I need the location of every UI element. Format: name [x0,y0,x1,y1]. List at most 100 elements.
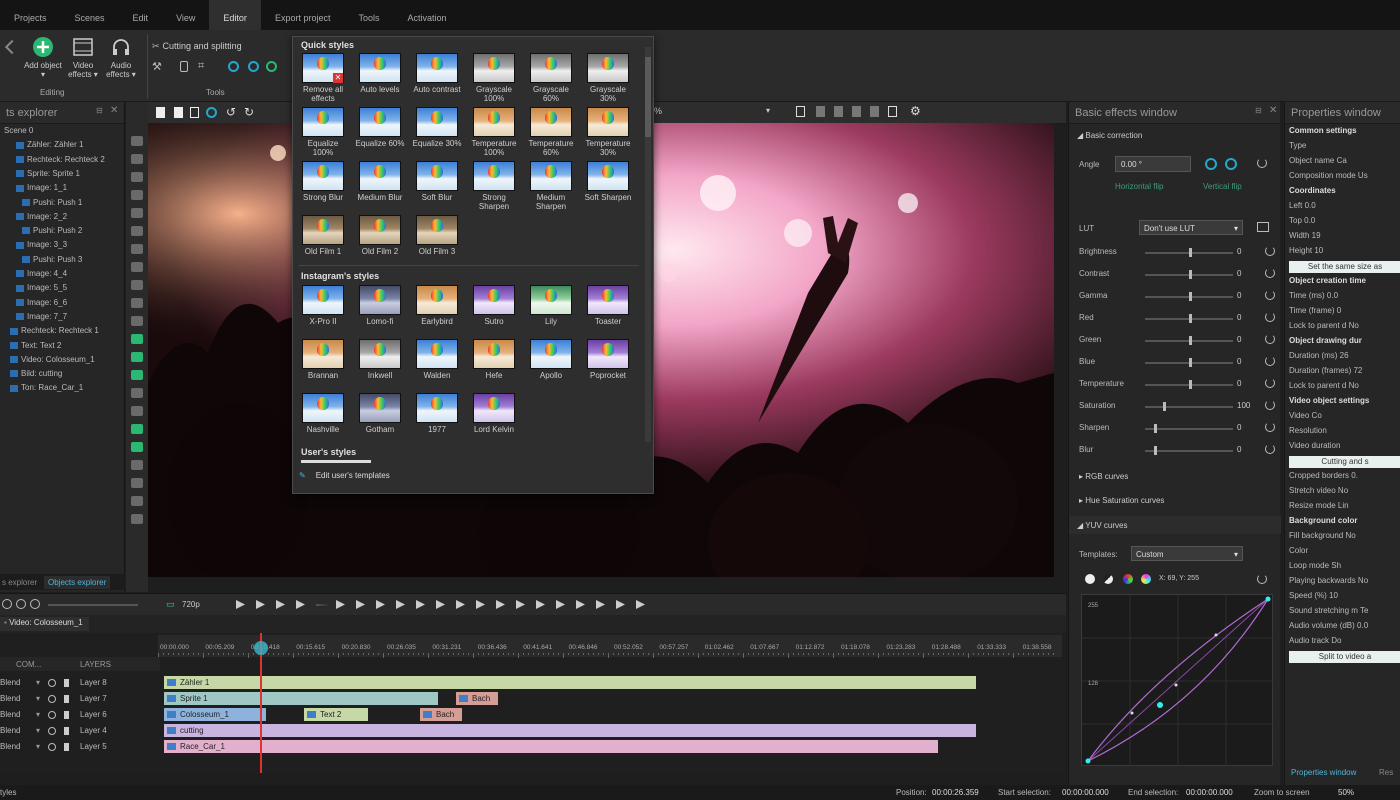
tool-icon[interactable] [131,262,143,272]
chevron-down-icon[interactable]: ▾ [36,742,40,751]
redo-icon[interactable]: ↻ [244,105,254,119]
tree-item[interactable]: Rechteck: Rechteck 1 [10,326,99,335]
timeline-clip[interactable]: Bach [420,708,462,721]
timeline-clip[interactable]: Sprite 1 [164,692,438,705]
style-thumbnail[interactable]: Strong Blur [297,161,349,202]
visibility-icon[interactable] [48,679,56,687]
style-thumbnail[interactable]: Temperature 100% [468,107,520,157]
check-icon[interactable] [616,600,625,609]
property-row[interactable]: Color [1289,546,1400,555]
luma-channel-icon[interactable] [1085,574,1095,584]
slider-knob[interactable] [1189,270,1192,279]
style-thumbnail[interactable]: Lomo-fi [354,285,406,326]
edit-templates-item[interactable]: ✎ Edit user's templates [299,471,390,480]
horizontal-flip-checkbox[interactable]: Horizontal flip [1115,182,1163,191]
reset-icon[interactable] [1265,378,1275,388]
visibility-icon[interactable] [48,743,56,751]
property-row[interactable]: Object name Ca [1289,156,1400,165]
tool-icon[interactable] [131,478,143,488]
tree-item[interactable]: Image: 4_4 [16,269,67,278]
reset-icon[interactable] [1265,334,1275,344]
close-icon[interactable]: ✕ [110,105,118,116]
chevron-down-icon[interactable]: ▾ [36,678,40,687]
style-thumbnail[interactable]: Sutro [468,285,520,326]
tool-icon[interactable] [131,334,143,344]
tab-objects-explorer[interactable]: Objects explorer [44,576,111,589]
menu-projects[interactable]: Projects [0,0,61,30]
timeline-clip[interactable]: Race_Car_1 [164,740,938,753]
slider-knob[interactable] [1153,424,1157,433]
layer-row[interactable]: Blend ▾ Layer 6 [0,708,160,723]
lut-folder-icon[interactable] [1257,222,1269,232]
tree-item[interactable]: Image: 2_2 [16,212,67,221]
chroma-channel-icon[interactable] [1123,574,1133,584]
style-thumbnail[interactable]: Old Film 2 [354,215,406,256]
video-effects-button[interactable]: Video effects ▾ [62,36,104,79]
templates-select[interactable]: Custom ▾ [1131,546,1243,561]
style-thumbnail[interactable]: Grayscale 100% [468,53,520,103]
style-thumbnail[interactable]: Equalize 60% [354,107,406,148]
slider-knob[interactable] [1189,358,1192,367]
zoom-in-icon[interactable] [16,599,26,609]
layer-row[interactable]: Blend ▾ Layer 4 [0,724,160,739]
prev-frame-icon[interactable] [376,600,385,609]
rotate-right-icon[interactable] [1225,158,1237,170]
property-row[interactable]: Time (frame) 0 [1289,306,1400,315]
blend-mode-select[interactable]: Blend [0,678,20,687]
marker-icon[interactable] [516,600,525,609]
lock-icon[interactable] [64,727,69,735]
menu-scenes[interactable]: Scenes [61,0,119,30]
tool-icon[interactable] [131,226,143,236]
property-row[interactable]: Speed (%) 10 [1289,591,1400,600]
safe-area-icon[interactable] [888,106,897,117]
property-row[interactable]: Audio track Do [1289,636,1400,645]
crop-icon[interactable]: ⌗ [198,60,204,73]
blend-mode-select[interactable]: Blend [0,710,20,719]
style-thumbnail[interactable]: Lord Kelvin [468,393,520,434]
slider-knob[interactable] [1162,402,1166,411]
style-thumbnail[interactable]: Temperature 30% [582,107,634,157]
lock-icon[interactable] [64,743,69,751]
property-row[interactable]: Lock to parent d No [1289,381,1400,390]
tree-item[interactable]: Text: Text 2 [10,341,61,350]
tool-icon[interactable] [131,298,143,308]
property-row[interactable]: Width 19 [1289,231,1400,240]
style-thumbnail[interactable]: Nashville [297,393,349,434]
blend-mode-select[interactable]: Blend [0,726,20,735]
reset-icon[interactable] [1265,444,1275,454]
chevron-down-icon[interactable]: ▾ [36,726,40,735]
reset-icon[interactable] [1257,574,1267,584]
tree-item[interactable]: Image: 3_3 [16,240,67,249]
close-icon[interactable]: ✕ [1269,105,1277,116]
play-icon[interactable] [416,600,425,609]
style-thumbnail[interactable]: Brannan [297,339,349,380]
reset-icon[interactable] [1265,268,1275,278]
preview-resolution-select[interactable]: 720p [182,600,200,609]
copy-icon[interactable] [156,107,165,118]
slider-knob[interactable] [1189,248,1192,257]
pause-icon[interactable] [496,600,505,609]
paste-icon[interactable] [174,107,183,118]
lock-icon[interactable] [64,679,69,687]
layer-row[interactable]: Blend ▾ Layer 8 [0,676,160,691]
style-thumbnail[interactable]: Toaster [582,285,634,326]
style-thumbnail[interactable]: Grayscale 60% [525,53,577,103]
tree-item[interactable]: Image: 6_6 [16,298,67,307]
record-icon[interactable] [206,107,217,118]
timeline-clip[interactable]: Bach [456,692,498,705]
phone-icon[interactable] [180,61,188,72]
contrast-channel-icon[interactable] [1103,574,1113,584]
tree-item[interactable]: Zähler: Zähler 1 [16,140,83,149]
tree-item[interactable]: Pushi: Push 2 [22,226,82,235]
align-icon[interactable] [796,106,805,117]
layer-row[interactable]: Blend ▾ Layer 7 [0,692,160,707]
chevron-down-icon[interactable]: ▾ [36,694,40,703]
popup-scrollbar-thumb[interactable] [645,57,651,137]
tab-scenes-explorer[interactable]: s explorer [2,578,37,587]
style-thumbnail[interactable]: Medium Blur [354,161,406,202]
tool-icon[interactable] [131,280,143,290]
next-frame-icon[interactable] [456,600,465,609]
tree-item[interactable]: Image: 1_1 [16,183,67,192]
hue-saturation-section[interactable]: ▸ Hue Saturation curves [1079,496,1164,505]
property-row[interactable]: Type [1289,141,1400,150]
